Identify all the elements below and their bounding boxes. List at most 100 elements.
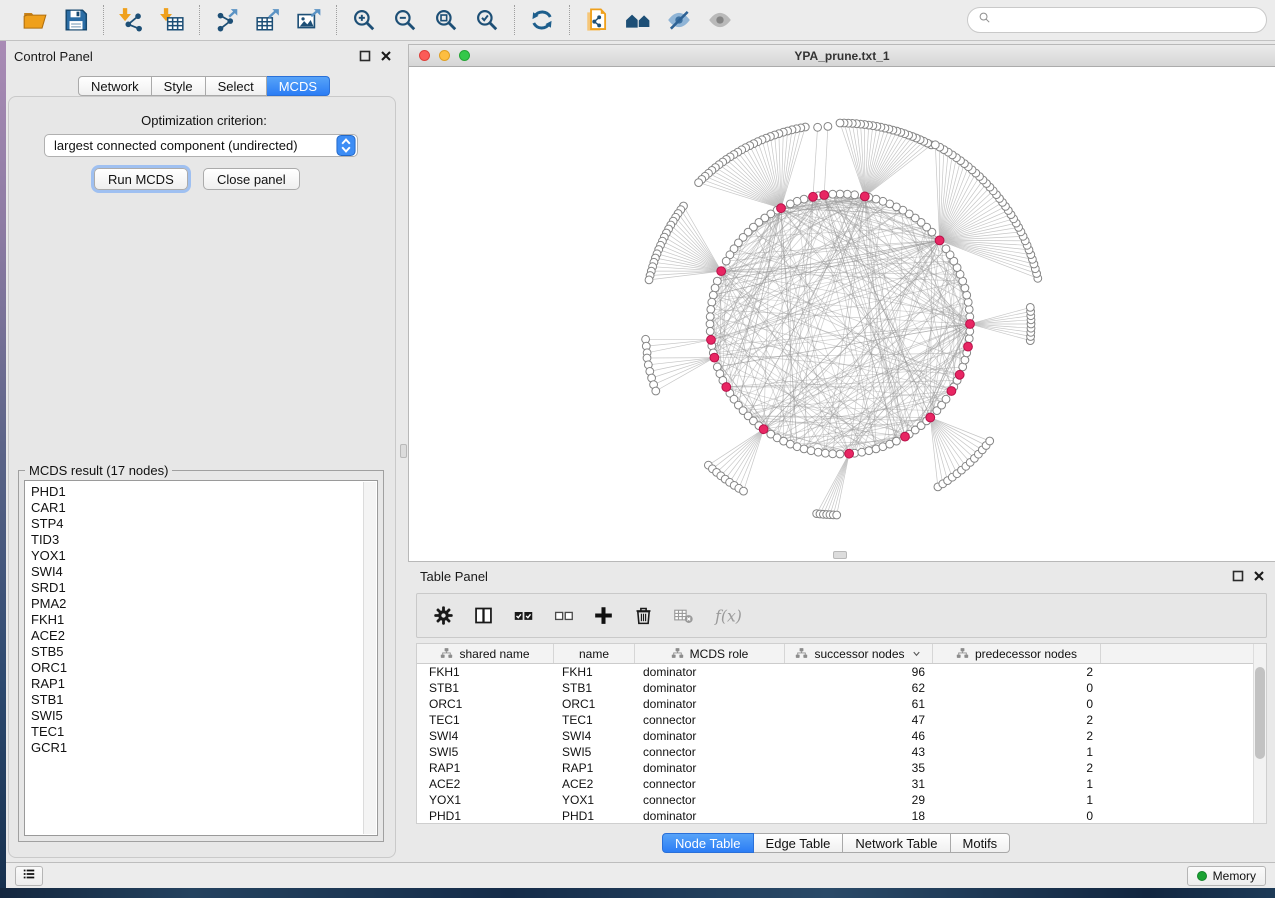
mcds-result-item[interactable]: PHD1 [31,484,363,500]
export-network-icon [214,7,240,33]
mcds-result-item[interactable]: GCR1 [31,740,363,756]
tab-mcds[interactable]: MCDS [267,76,330,96]
mcds-result-item[interactable]: SWI4 [31,564,363,580]
refresh-button[interactable] [525,4,559,36]
gear-button[interactable] [431,604,455,628]
delete-button[interactable] [631,604,655,628]
run-mcds-button[interactable]: Run MCDS [94,168,188,190]
table-row[interactable]: RAP1RAP1dominator352 [417,760,1266,776]
status-menu-button[interactable] [15,866,43,886]
split-columns-button[interactable] [471,604,495,628]
mcds-result-item[interactable]: SWI5 [31,708,363,724]
table-scrollbar-thumb[interactable] [1255,667,1265,759]
mcds-result-item[interactable]: FKH1 [31,612,363,628]
select-all-button[interactable] [511,604,535,628]
column-header-predecessor-nodes[interactable]: predecessor nodes [933,644,1101,663]
mcds-result-item[interactable]: TEC1 [31,724,363,740]
mcds-result-item[interactable]: YOX1 [31,548,363,564]
close-icon[interactable] [1253,570,1265,582]
mcds-list-scrollbar[interactable] [363,482,376,834]
zoom-in-button[interactable] [347,4,381,36]
mcds-result-item[interactable]: STB5 [31,644,363,660]
search-input[interactable] [996,13,1257,27]
minimize-window-icon[interactable] [439,50,450,61]
column-header-shared-name[interactable]: shared name [417,644,554,663]
cell-name: PHD1 [554,808,635,824]
export-table-button[interactable] [251,4,285,36]
network-canvas[interactable] [409,67,1274,561]
table-row[interactable]: FKH1FKH1dominator962 [417,664,1266,680]
tab-node-table[interactable]: Node Table [662,833,754,853]
column-header-name[interactable]: name [554,644,635,663]
main-toolbar [0,0,1275,41]
table-row[interactable]: PHD1PHD1dominator180 [417,808,1266,824]
horizontal-splitter-grip[interactable] [833,551,847,559]
show-all-button[interactable] [703,4,737,36]
vertical-splitter-grip[interactable] [400,444,407,458]
mcds-result-item[interactable]: STP4 [31,516,363,532]
mcds-result-list[interactable]: PHD1CAR1STP4TID3YOX1SWI4SRD1PMA2FKH1ACE2… [24,480,378,836]
mcds-result-item[interactable]: TID3 [31,532,363,548]
deselect-all-icon [553,605,574,626]
search-box[interactable] [967,7,1267,33]
search-icon [977,10,992,30]
column-header-filler [1101,644,1266,663]
table-row[interactable]: ORC1ORC1dominator610 [417,696,1266,712]
table-panel-title: Table Panel [420,569,488,584]
mcds-result-item[interactable]: STB1 [31,692,363,708]
mcds-result-item[interactable]: ACE2 [31,628,363,644]
column-header-mcds-role[interactable]: MCDS role [635,644,785,663]
criterion-dropdown[interactable]: largest connected component (undirected) [44,134,358,157]
column-header-successor-nodes[interactable]: successor nodes [785,644,933,663]
table-scrollbar[interactable] [1253,644,1266,823]
mcds-result-item[interactable]: RAP1 [31,676,363,692]
zoom-selected-button[interactable] [470,4,504,36]
mcds-result-item[interactable]: CAR1 [31,500,363,516]
hide-selected-button[interactable] [662,4,696,36]
memory-button[interactable]: Memory [1187,866,1266,886]
export-image-button[interactable] [292,4,326,36]
save-button[interactable] [59,4,93,36]
tab-network-table[interactable]: Network Table [843,833,950,853]
cell-name: FKH1 [554,664,635,680]
cell-shared-name: ACE2 [417,776,554,792]
import-network-button[interactable] [114,4,148,36]
network-graph[interactable] [409,67,1274,561]
network-window-titlebar[interactable]: YPA_prune.txt_1 [409,45,1275,67]
export-network-button[interactable] [210,4,244,36]
table-row[interactable]: SWI4SWI4dominator462 [417,728,1266,744]
close-window-icon[interactable] [419,50,430,61]
float-icon[interactable] [1232,570,1244,582]
close-icon[interactable] [380,50,392,62]
table-row[interactable]: TEC1TEC1connector472 [417,712,1266,728]
zoom-out-button[interactable] [388,4,422,36]
zoom-window-icon[interactable] [459,50,470,61]
cell-mcds-role: dominator [635,680,785,696]
close-panel-button[interactable]: Close panel [203,168,300,190]
deselect-all-button[interactable] [551,604,575,628]
mcds-result-item[interactable]: ORC1 [31,660,363,676]
mcds-result-item[interactable]: PMA2 [31,596,363,612]
hierarchy-icon [956,647,969,660]
float-icon[interactable] [359,50,371,62]
tab-select[interactable]: Select [206,76,267,96]
toolbar-group [570,5,747,35]
zoom-fit-button[interactable] [429,4,463,36]
duplicate-network-button[interactable] [580,4,614,36]
add-button[interactable] [591,604,615,628]
cell-successor-nodes: 46 [785,728,933,744]
column-label: MCDS role [690,647,749,661]
first-neighbors-button[interactable] [621,4,655,36]
table-row[interactable]: ACE2ACE2connector311 [417,776,1266,792]
table-row[interactable]: YOX1YOX1connector291 [417,792,1266,808]
mcds-result-item[interactable]: SRD1 [31,580,363,596]
tab-network[interactable]: Network [78,76,152,96]
table-row[interactable]: STB1STB1dominator620 [417,680,1266,696]
cell-name: YOX1 [554,792,635,808]
tab-edge-table[interactable]: Edge Table [754,833,844,853]
tab-motifs[interactable]: Motifs [951,833,1011,853]
table-row[interactable]: SWI5SWI5connector431 [417,744,1266,760]
open-folder-button[interactable] [18,4,52,36]
tab-style[interactable]: Style [152,76,206,96]
import-table-button[interactable] [155,4,189,36]
